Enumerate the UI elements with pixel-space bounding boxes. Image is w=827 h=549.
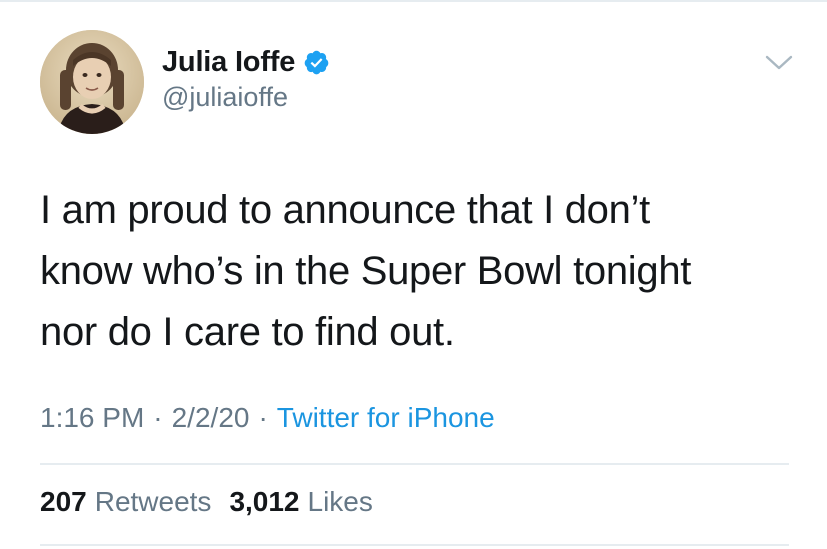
verified-badge-icon (303, 49, 330, 76)
avatar[interactable] (40, 30, 144, 134)
retweets-stat[interactable]: 207 Retweets (40, 486, 211, 518)
meta-separator: · (258, 402, 268, 433)
retweets-count: 207 (40, 486, 87, 517)
meta-separator: · (153, 402, 163, 433)
top-divider (0, 0, 827, 2)
likes-stat[interactable]: 3,012 Likes (229, 486, 372, 518)
retweets-label: Retweets (94, 486, 212, 517)
divider (40, 544, 789, 546)
tweet-text-line: nor do I care to find out. (40, 310, 455, 354)
tweet-text-line: know who’s in the Super Bowl tonight (40, 249, 692, 293)
likes-count: 3,012 (229, 486, 300, 517)
tweet-card: Julia Ioffe @juliaioffe I am proud to an… (0, 0, 827, 549)
tweet-source-link[interactable]: Twitter for iPhone (277, 402, 495, 434)
tweet-stats: 207 Retweets 3,012 Likes (40, 486, 373, 518)
tweet-date[interactable]: 2/2/20 (172, 402, 250, 434)
divider (40, 463, 789, 465)
tweet-text: I am proud to announce that I don’t know… (40, 180, 800, 363)
author-name-row: Julia Ioffe (162, 44, 330, 80)
tweet-time[interactable]: 1:16 PM (40, 402, 144, 434)
likes-label: Likes (307, 486, 373, 517)
chevron-down-icon[interactable] (764, 54, 794, 72)
author-display-name[interactable]: Julia Ioffe (162, 46, 295, 79)
author-handle[interactable]: @juliaioffe (162, 82, 288, 113)
tweet-text-line: I am proud to announce that I don’t (40, 188, 650, 232)
avatar-image (40, 30, 144, 134)
tweet-metadata: 1:16 PM · 2/2/20 · Twitter for iPhone (40, 402, 495, 434)
